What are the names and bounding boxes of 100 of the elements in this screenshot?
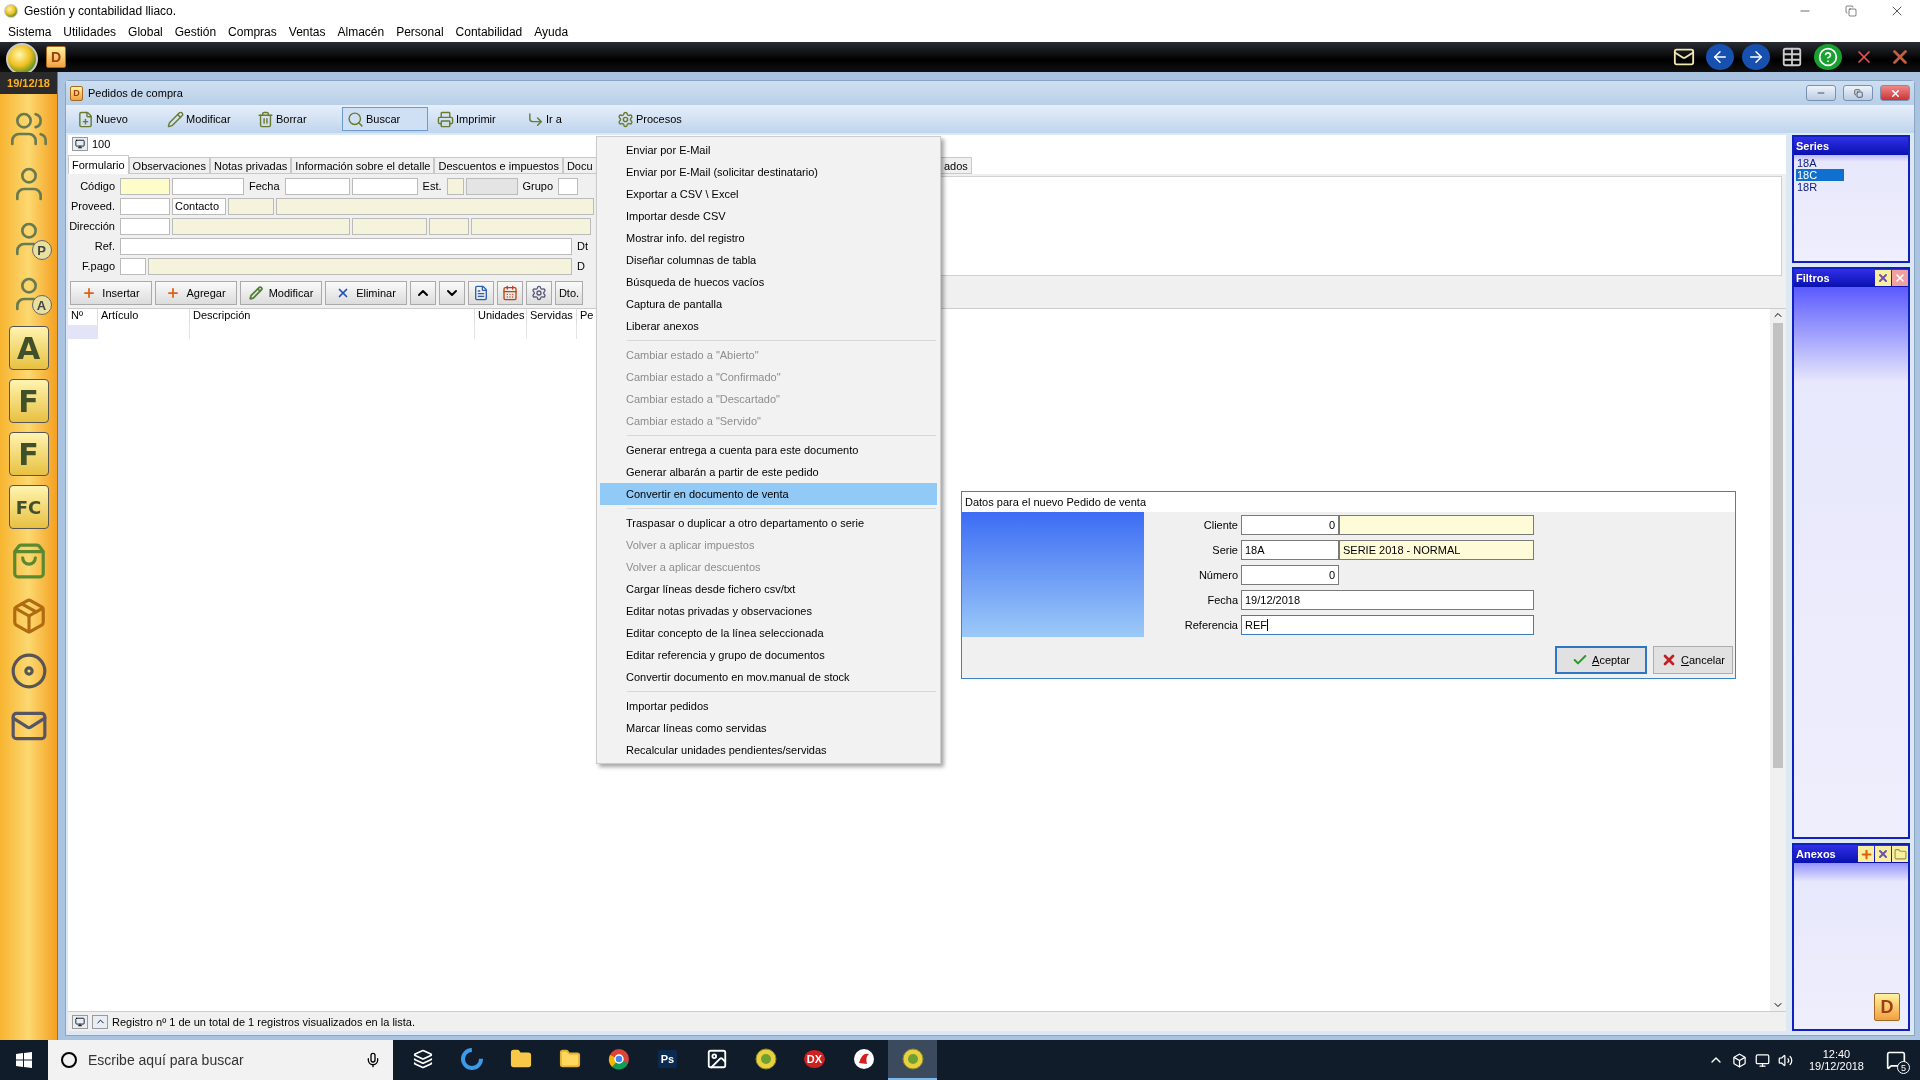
line-button[interactable]: Agregar [155,281,237,305]
line-button[interactable]: Insertar [70,281,152,305]
menu-item[interactable]: Editar notas privadas y observaciones [600,600,937,622]
menu-item[interactable]: Recalcular unidades pendientes/servidas [600,739,937,761]
series-item[interactable]: 18A [1796,157,1844,169]
menu-item[interactable]: Traspasar o duplicar a otro departamento o serie [600,512,937,534]
input-field[interactable] [276,197,594,215]
tab[interactable]: Observaciones [128,157,210,174]
toolbar-button[interactable]: Borrar [252,107,338,131]
scrollbar[interactable] [1770,309,1786,1011]
series-item[interactable]: 18C [1796,169,1844,181]
box-icon[interactable] [1731,1052,1747,1068]
menu-item[interactable]: Exportar a CSV \ Excel [600,183,937,205]
input-field[interactable]: 0 [1241,515,1339,535]
back-button[interactable] [1706,44,1734,70]
menu-item[interactable]: Sistema [2,25,58,39]
menu-item[interactable]: Generar entrega a cuenta para este documento [600,439,937,461]
calendar-button[interactable] [497,281,523,305]
search-field[interactable]: Escribe aquí para buscar [48,1040,393,1080]
clear-button[interactable] [1875,846,1891,862]
input-field[interactable] [172,177,244,195]
record-button[interactable] [72,137,88,151]
input-field[interactable] [120,257,146,275]
menu-item[interactable]: Gestión [168,25,223,39]
input-field[interactable]: 18A [1241,540,1339,560]
input-field[interactable]: REF [1241,615,1534,635]
column-header[interactable]: Servidas [527,309,577,325]
add-button[interactable] [1858,846,1874,862]
document-button[interactable] [468,281,494,305]
menu-item[interactable]: Personal [390,25,450,39]
discount-button[interactable]: Dto. [555,281,583,305]
tab[interactable]: ados [940,157,972,174]
input-field[interactable] [351,177,418,195]
input-field[interactable]: 0 [1241,565,1339,585]
toolbar-button[interactable]: Modificar [162,107,248,131]
menu-item[interactable]: Convertir documento en mov.manual de stock [600,666,937,688]
input-field[interactable] [429,217,469,235]
column-header[interactable]: Artículo [98,309,190,325]
taskbar-button[interactable] [888,1040,937,1080]
tab[interactable]: Notas privadas [209,157,292,174]
help-button[interactable] [1814,44,1842,70]
logo[interactable]: D [46,46,66,68]
menu-item[interactable]: Convertir en documento de venta [600,483,937,505]
clear-button[interactable] [1875,270,1891,286]
cancel-button[interactable]: Cancelar [1653,646,1733,674]
menu-item[interactable]: Enviar por E-Mail [600,139,937,161]
input-field[interactable] [352,217,427,235]
network-icon[interactable] [1754,1052,1770,1068]
toolbar-button[interactable]: Ir a [522,107,608,131]
tab[interactable]: Información sobre el detalle [291,157,435,174]
forward-button[interactable] [1742,44,1770,70]
menu-item[interactable]: Ventas [282,25,332,39]
menu-item[interactable]: Editar referencia y grupo de documentos [600,644,937,666]
menu-item[interactable]: Global [122,25,169,39]
toolbar-button[interactable]: Buscar [342,107,428,131]
gear-button[interactable] [526,281,552,305]
menu-item[interactable]: Importar pedidos [600,695,937,717]
input-field[interactable] [471,217,591,235]
input-field[interactable] [120,237,572,255]
column-header[interactable]: Nº [68,309,98,325]
record-button[interactable] [72,1014,88,1029]
clock[interactable]: 12:40 19/12/2018 [1800,1048,1872,1072]
menu-item[interactable]: Editar concepto de la línea seleccionada [600,622,937,644]
input-field[interactable] [120,177,170,195]
input-field[interactable] [558,177,579,195]
letter-tile[interactable]: F [8,379,49,423]
move-up-button[interactable] [410,281,436,305]
toolbar-button[interactable]: Nuevo [72,107,158,131]
restore-button[interactable] [1843,85,1873,101]
line-button[interactable]: Eliminar [325,281,407,305]
menu-item[interactable]: Búsqueda de huecos vacíos [600,271,937,293]
menu-item[interactable]: Importar desde CSV [600,205,937,227]
notifications-button[interactable]: 5 [1880,1044,1912,1076]
input-field[interactable] [284,177,350,195]
input-field[interactable] [172,217,350,235]
menu-item[interactable]: Almacén [331,25,391,39]
letter-tile[interactable]: FC [8,485,49,529]
tab[interactable]: Descuentos e impuestos [434,157,563,174]
menu-item[interactable]: Cargar líneas desde fichero csv/txt [600,578,937,600]
menu-item[interactable]: Enviar por E-Mail (solicitar destinatario) [600,161,937,183]
volume-icon[interactable] [1777,1052,1793,1068]
input-field[interactable] [120,217,170,235]
column-header[interactable]: Descripción [190,309,475,325]
sidebar-button[interactable]: P [5,216,52,262]
input-field[interactable] [465,177,518,195]
menu-item[interactable]: Utilidades [57,25,123,39]
sidebar-button[interactable]: A [5,271,52,317]
folder-button[interactable] [1892,846,1908,862]
close-button[interactable] [1880,85,1910,101]
input-field[interactable] [228,197,274,215]
accept-button[interactable]: Aceptar [1555,646,1647,674]
menu-item[interactable]: Captura de pantalla [600,293,937,315]
letter-tile[interactable]: F [8,432,49,476]
menu-item[interactable]: Mostrar info. del registro [600,227,937,249]
line-button[interactable]: Modificar [240,281,322,305]
column-header[interactable]: Unidades [475,309,527,325]
taskbar-button[interactable]: DX [790,1040,839,1080]
taskbar-button[interactable]: Ps [643,1040,692,1080]
input-field[interactable]: 19/12/2018 [1241,590,1534,610]
move-down-button[interactable] [439,281,465,305]
